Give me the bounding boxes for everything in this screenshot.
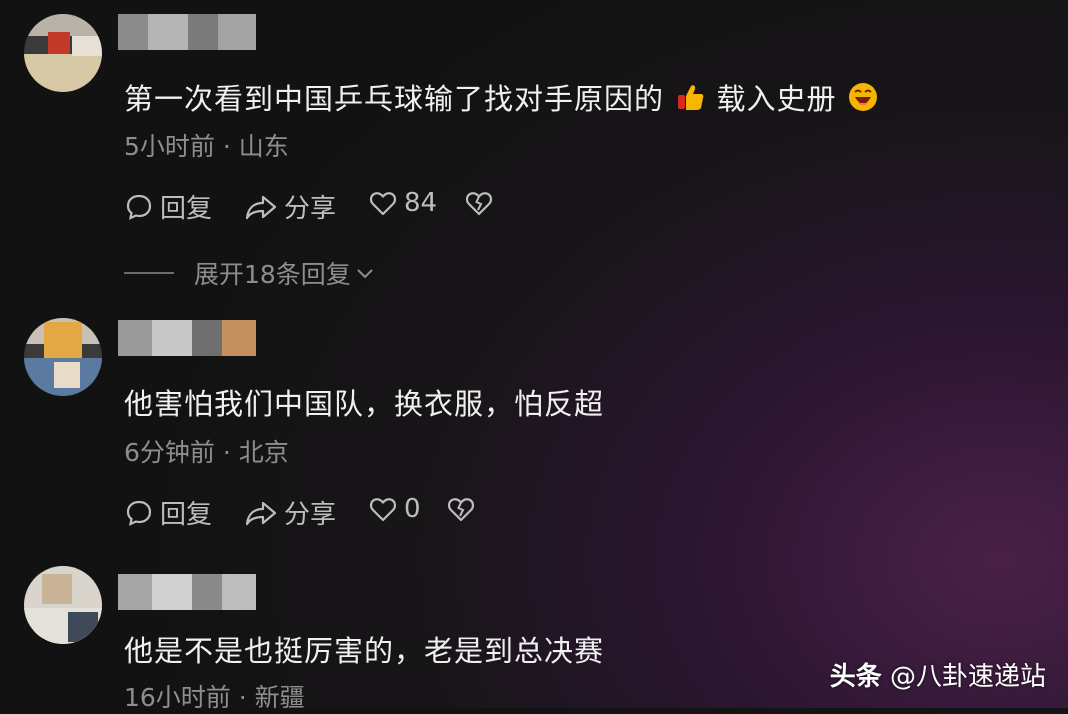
comment-meta: 16小时前 · 新疆: [124, 678, 305, 714]
watermark-handle: @八卦速递站: [889, 662, 1046, 692]
comment-text: 第一次看到中国乒乓球输了找对手原因的 载入史册: [124, 76, 879, 118]
like-button[interactable]: 0: [368, 494, 421, 524]
share-arrow-icon: [245, 195, 277, 219]
meta-separator: ·: [222, 438, 231, 467]
broken-heart-icon: [465, 192, 493, 216]
reply-button[interactable]: 回复: [124, 188, 212, 225]
like-button[interactable]: 84: [368, 188, 437, 218]
expand-divider: [124, 272, 174, 274]
comment-text: 他是不是也挺厉害的，老是到总决赛: [124, 634, 605, 668]
avatar[interactable]: [24, 14, 102, 92]
meta-separator: ·: [222, 132, 231, 161]
reply-bubble-icon: [126, 194, 152, 220]
laughing-face-emoji: [848, 83, 877, 111]
watermark-brand: 头条: [829, 662, 882, 692]
watermark: 头条 @八卦速递站: [830, 656, 1046, 693]
broken-heart-icon: [447, 498, 475, 522]
share-button[interactable]: 分享: [244, 188, 336, 225]
avatar[interactable]: [24, 318, 102, 396]
comment-time: 6分钟前: [124, 438, 215, 467]
comment-time: 5小时前: [124, 132, 215, 161]
share-arrow-icon: [245, 501, 277, 525]
reply-bubble-icon: [126, 500, 152, 526]
thumbs-up-emoji: [678, 85, 704, 110]
comment-meta: 5小时前 · 山东: [124, 127, 289, 163]
share-button[interactable]: 分享: [244, 494, 336, 531]
heart-icon: [369, 192, 397, 216]
comment-location: 北京: [238, 438, 289, 467]
like-count: 0: [404, 494, 421, 524]
like-count: 84: [404, 188, 438, 218]
avatar[interactable]: [24, 566, 102, 644]
comment-text: 他害怕我们中国队，换衣服，怕反超: [124, 387, 605, 421]
dislike-button[interactable]: [446, 494, 476, 524]
chevron-down-icon: [357, 269, 373, 279]
heart-icon: [369, 498, 397, 522]
expand-replies-button[interactable]: 展开18条回复: [124, 255, 377, 291]
reply-button[interactable]: 回复: [124, 494, 212, 531]
comment-meta: 6分钟前 · 北京: [124, 433, 289, 469]
dislike-button[interactable]: [464, 188, 494, 218]
comment-location: 山东: [238, 132, 289, 161]
